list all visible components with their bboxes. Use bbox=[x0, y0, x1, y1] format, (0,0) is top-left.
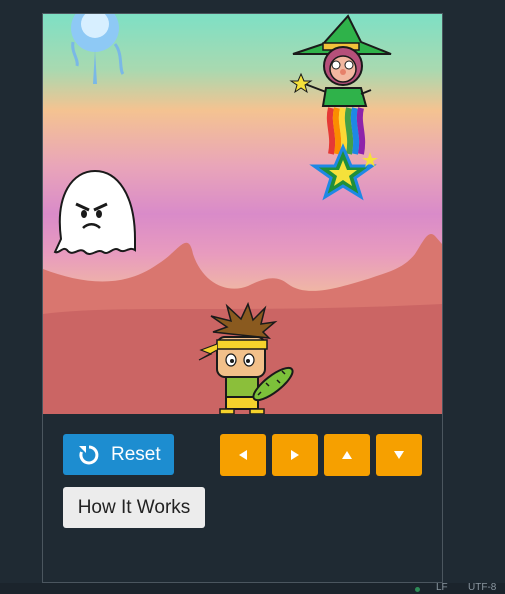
reset-button[interactable]: Reset bbox=[63, 434, 174, 475]
app-frame: Reset How It Works bbox=[42, 13, 443, 583]
controls-panel: Reset How It Works bbox=[43, 414, 442, 582]
left-arrow-button[interactable] bbox=[220, 434, 266, 476]
rainbow-trail bbox=[326, 107, 366, 155]
ghost-sprite bbox=[53, 169, 136, 255]
status-dot-icon bbox=[415, 587, 420, 592]
triangle-down-icon bbox=[394, 451, 404, 459]
witch-sprite bbox=[289, 14, 392, 107]
game-scene bbox=[43, 14, 442, 414]
down-arrow-button[interactable] bbox=[376, 434, 422, 476]
right-arrow-button[interactable] bbox=[272, 434, 318, 476]
how-it-works-button[interactable]: How It Works bbox=[63, 487, 205, 528]
encoding-indicator[interactable]: UTF-8 bbox=[468, 583, 496, 593]
up-arrow-button[interactable] bbox=[324, 434, 370, 476]
rainbow-star-sprite bbox=[309, 143, 378, 201]
triangle-up-icon bbox=[342, 451, 352, 459]
blue-orb-sprite bbox=[71, 14, 125, 84]
reset-button-label: Reset bbox=[111, 443, 161, 465]
game-stage[interactable] bbox=[43, 14, 442, 414]
reset-icon bbox=[79, 445, 99, 464]
editor-status-bar: LF UTF-8 bbox=[0, 583, 505, 594]
triangle-left-icon bbox=[239, 450, 247, 460]
line-ending-indicator[interactable]: LF bbox=[436, 583, 448, 593]
triangle-right-icon bbox=[291, 450, 299, 460]
